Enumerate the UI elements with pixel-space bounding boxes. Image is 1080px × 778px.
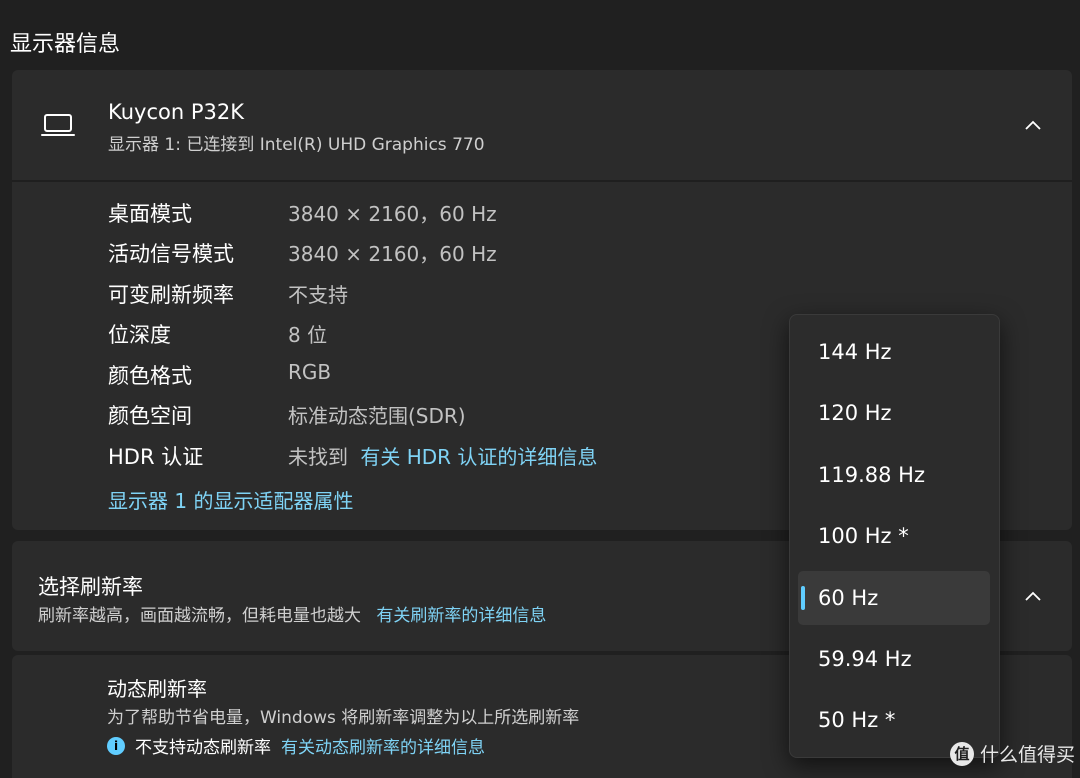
adapter-properties-link[interactable]: 显示器 1 的显示适配器属性 xyxy=(108,485,353,514)
collapse-monitor-button[interactable] xyxy=(1013,106,1053,146)
info-row-vrr: 可变刷新频率 不支持 xyxy=(108,279,808,309)
hdr-details-link[interactable]: 有关 HDR 认证的详细信息 xyxy=(360,445,597,469)
refresh-option-59-94[interactable]: 59.94 Hz xyxy=(798,632,990,686)
info-icon: i xyxy=(107,736,125,755)
option-label: 59.94 Hz xyxy=(818,647,912,671)
info-label: 位深度 xyxy=(108,323,171,347)
info-label: HDR 认证 xyxy=(108,445,204,469)
laptop-icon xyxy=(40,110,76,140)
chevron-up-icon xyxy=(1025,591,1041,601)
info-row-bit-depth: 位深度 8 位 xyxy=(108,319,808,349)
watermark-text: 什么值得买 xyxy=(980,744,1076,766)
refresh-option-120[interactable]: 120 Hz xyxy=(798,386,990,440)
refresh-option-119-88[interactable]: 119.88 Hz xyxy=(798,448,990,502)
monitor-name: Kuycon P32K xyxy=(108,100,244,124)
hdr-status: 未找到 xyxy=(288,445,348,469)
option-label: 120 Hz xyxy=(818,401,892,425)
watermark: 值 什么值得买 xyxy=(950,740,1075,767)
refresh-option-144[interactable]: 144 Hz xyxy=(798,325,990,379)
info-label: 颜色格式 xyxy=(108,364,192,388)
monitor-connection: 显示器 1: 已连接到 Intel(R) UHD Graphics 770 xyxy=(108,135,485,155)
info-value: 8 位 xyxy=(288,323,328,347)
info-row-desktop-mode: 桌面模式 3840 × 2160，60 Hz xyxy=(108,198,808,228)
dynamic-refresh-details-link[interactable]: 有关动态刷新率的详细信息 xyxy=(281,733,485,758)
info-label: 桌面模式 xyxy=(108,202,192,226)
collapse-refresh-button[interactable] xyxy=(1013,577,1053,617)
option-label: 60 Hz xyxy=(818,586,879,610)
page-title: 显示器信息 xyxy=(10,32,121,57)
info-row-color-format: 颜色格式 RGB xyxy=(108,360,808,390)
info-row-active-signal: 活动信号模式 3840 × 2160，60 Hz xyxy=(108,238,808,268)
refresh-rate-title: 选择刷新率 xyxy=(38,575,143,599)
info-value: 不支持 xyxy=(288,283,348,307)
refresh-option-100[interactable]: 100 Hz * xyxy=(798,509,990,563)
info-value: 3840 × 2160，60 Hz xyxy=(288,242,497,266)
info-value: 标准动态范围(SDR) xyxy=(288,404,466,428)
info-label: 可变刷新频率 xyxy=(108,283,234,307)
info-value: RGB xyxy=(288,360,332,384)
dynamic-refresh-title: 动态刷新率 xyxy=(107,677,207,701)
option-label: 119.88 Hz xyxy=(818,463,925,487)
info-label: 颜色空间 xyxy=(108,404,192,428)
dynamic-refresh-unsupported: 不支持动态刷新率 xyxy=(135,738,271,758)
option-label: 100 Hz * xyxy=(818,524,909,548)
option-label: 50 Hz * xyxy=(818,708,896,732)
info-value: 3840 × 2160，60 Hz xyxy=(288,202,497,226)
option-label: 144 Hz xyxy=(818,340,892,364)
info-label: 活动信号模式 xyxy=(108,242,234,266)
chevron-up-icon xyxy=(1025,120,1041,130)
info-row-hdr: HDR 认证 未找到 有关 HDR 认证的详细信息 xyxy=(108,441,808,471)
refresh-option-50[interactable]: 50 Hz * xyxy=(798,693,990,747)
monitor-card-header[interactable]: Kuycon P32K 显示器 1: 已连接到 Intel(R) UHD Gra… xyxy=(12,70,1072,182)
refresh-rate-details-link[interactable]: 有关刷新率的详细信息 xyxy=(376,606,546,626)
hdr-value: 未找到 有关 HDR 认证的详细信息 xyxy=(288,441,597,470)
refresh-rate-description: 刷新率越高，画面越流畅，但耗电量也越大 有关刷新率的详细信息 xyxy=(38,601,546,626)
watermark-logo: 值 xyxy=(950,741,974,766)
dynamic-refresh-description: 为了帮助节省电量，Windows 将刷新率调整为以上所选刷新率 xyxy=(107,708,580,728)
refresh-rate-dropdown: 144 Hz 120 Hz 119.88 Hz 100 Hz * 60 Hz 5… xyxy=(789,314,1000,758)
refresh-option-60-selected[interactable]: 60 Hz xyxy=(798,571,990,625)
refresh-rate-subtitle: 刷新率越高，画面越流畅，但耗电量也越大 xyxy=(38,606,361,626)
info-row-color-space: 颜色空间 标准动态范围(SDR) xyxy=(108,400,808,430)
dynamic-refresh-info: i 不支持动态刷新率 有关动态刷新率的详细信息 xyxy=(107,733,485,758)
